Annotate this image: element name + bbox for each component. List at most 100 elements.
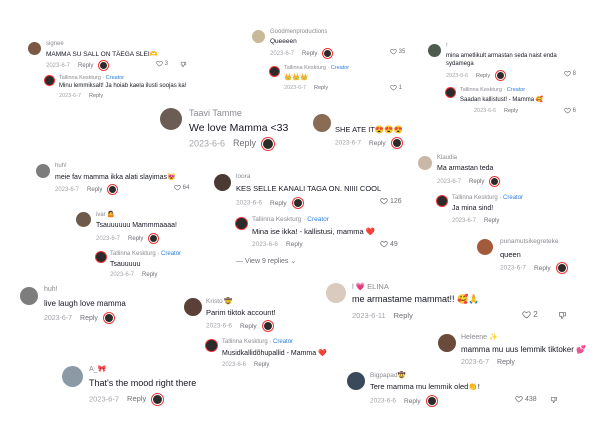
reply-button[interactable]: Reply xyxy=(504,108,518,114)
username[interactable]: ! xyxy=(446,43,448,49)
like-button[interactable]: 6 xyxy=(564,107,576,114)
avatar[interactable] xyxy=(184,298,202,316)
reply-button[interactable]: Reply xyxy=(127,394,146,403)
avatar[interactable] xyxy=(347,372,365,390)
comment-text: MAMMA SU SALL ON TÄEGA SLEI🫶 xyxy=(46,51,158,58)
username[interactable]: huh! xyxy=(44,286,58,293)
username[interactable]: loora xyxy=(236,173,250,180)
username[interactable]: punamutsikegreteke xyxy=(500,238,559,245)
reply-button[interactable]: Reply xyxy=(286,241,303,248)
username[interactable]: l 💗 ELINA xyxy=(352,282,389,291)
comment-date: 2023-6-7 xyxy=(96,236,121,243)
reply-button[interactable]: Reply xyxy=(469,179,484,185)
dislike-icon[interactable] xyxy=(550,396,558,404)
comment-date: 2023-6-6 xyxy=(370,397,397,405)
comment-huh-fav: huh! meie fav mamma ikka alati slayimas😻… xyxy=(36,162,206,196)
reply-button[interactable]: Reply xyxy=(87,187,102,193)
username[interactable]: Goodmenproductions xyxy=(270,29,327,35)
username[interactable]: Kristo 🤠 xyxy=(206,297,233,305)
reply-button[interactable]: Reply xyxy=(534,265,551,272)
creator-avatar xyxy=(262,321,273,331)
reply-button[interactable]: Reply xyxy=(394,311,413,320)
like-button[interactable]: 126 xyxy=(380,197,402,205)
comment-exclaim: ! mina ametlikult armastan seda naist en… xyxy=(428,42,598,117)
comment-meta: 2023-6-7 Reply xyxy=(437,177,500,186)
username[interactable]: Heleene ✨ xyxy=(461,333,498,341)
creator-badge: Creator xyxy=(105,75,125,81)
avatar[interactable] xyxy=(62,366,83,387)
username[interactable]: Klaudia xyxy=(437,155,457,161)
avatar[interactable] xyxy=(428,44,441,57)
username[interactable]: ivar 🤷 xyxy=(96,211,115,218)
dislike-icon[interactable] xyxy=(180,61,187,68)
avatar[interactable] xyxy=(36,164,50,178)
avatar[interactable] xyxy=(214,174,231,191)
comment-date: 2023-6-6 xyxy=(206,322,233,330)
reply-username: Tallinna Keskturg · Creator xyxy=(110,251,182,257)
reply-button[interactable]: Reply xyxy=(80,315,98,322)
avatar[interactable] xyxy=(28,42,41,55)
username[interactable]: signee xyxy=(46,41,64,47)
avatar[interactable] xyxy=(20,287,38,305)
like-button[interactable]: 64 xyxy=(174,184,189,191)
avatar[interactable] xyxy=(313,114,331,132)
avatar[interactable] xyxy=(418,156,432,170)
comment-meta: 2023-6-7 Reply xyxy=(46,61,109,70)
reply-username: Tallinna Keskturg · Creator xyxy=(59,75,125,81)
avatar[interactable] xyxy=(206,340,217,351)
creator-avatar xyxy=(496,71,506,80)
like-button[interactable]: 35 xyxy=(390,48,405,55)
reply-button[interactable]: Reply xyxy=(254,362,269,368)
reply-button[interactable]: Reply xyxy=(128,236,143,242)
comment-meta: 2023-6-6 Reply xyxy=(236,198,303,208)
username[interactable]: Bigpapad🤠 xyxy=(370,371,406,379)
avatar[interactable] xyxy=(326,283,346,303)
reply-meta: 2023-6-7 Reply xyxy=(452,218,499,224)
reply-button[interactable]: Reply xyxy=(497,359,515,366)
avatar[interactable] xyxy=(438,334,456,352)
like-button[interactable]: 49 xyxy=(380,240,398,248)
avatar[interactable] xyxy=(270,67,279,76)
view-replies-button[interactable]: — View 9 replies ⌄ xyxy=(236,257,296,265)
reply-button[interactable]: Reply xyxy=(404,398,421,405)
comment-date: 2023-6-6 xyxy=(189,138,226,149)
avatar[interactable] xyxy=(437,196,447,206)
reply-button[interactable]: Reply xyxy=(78,63,93,69)
like-button[interactable]: 438 xyxy=(515,395,537,403)
reply-button[interactable]: Reply xyxy=(89,93,103,99)
reply-date: 2023-6-6 xyxy=(252,241,279,248)
avatar[interactable] xyxy=(477,239,493,255)
reply-button[interactable]: Reply xyxy=(314,85,328,91)
comment-meta: 2023-6-11 Reply xyxy=(352,311,413,320)
like-button[interactable]: 3 xyxy=(156,60,168,67)
reply-button[interactable]: Reply xyxy=(369,140,386,147)
avatar[interactable] xyxy=(252,30,265,43)
like-button[interactable]: 1 xyxy=(390,84,402,91)
reply-button[interactable]: Reply xyxy=(476,73,490,79)
reply-button[interactable]: Reply xyxy=(240,323,257,330)
reply-button[interactable]: Reply xyxy=(142,272,157,278)
avatar[interactable] xyxy=(96,252,106,262)
comment-date: 2023-6-7 xyxy=(335,139,362,147)
reply-button[interactable]: Reply xyxy=(270,200,287,207)
creator-badge: Creator xyxy=(506,87,526,93)
reply-button[interactable]: Reply xyxy=(484,218,499,224)
username[interactable]: A_🎀 xyxy=(89,365,106,373)
avatar[interactable] xyxy=(76,212,91,227)
username[interactable]: Taavi Tamme xyxy=(189,108,242,118)
like-count: 126 xyxy=(389,197,402,205)
like-button[interactable]: 2 xyxy=(522,310,538,319)
avatar[interactable] xyxy=(160,108,182,130)
comment-text: Parim tiktok account! xyxy=(206,308,276,317)
reply-button[interactable]: Reply xyxy=(302,51,317,57)
dislike-icon[interactable] xyxy=(558,311,567,320)
creator-badge: Creator xyxy=(330,65,350,71)
username[interactable]: huh! xyxy=(55,163,67,169)
avatar[interactable] xyxy=(446,88,455,97)
reply-button[interactable]: Reply xyxy=(233,138,256,148)
avatar[interactable] xyxy=(45,76,54,85)
avatar[interactable] xyxy=(236,218,247,229)
like-button[interactable]: 8 xyxy=(564,70,576,77)
reply-date: 2023-6-7 xyxy=(110,272,135,278)
comment-date: 2023-6-7 xyxy=(270,51,295,58)
